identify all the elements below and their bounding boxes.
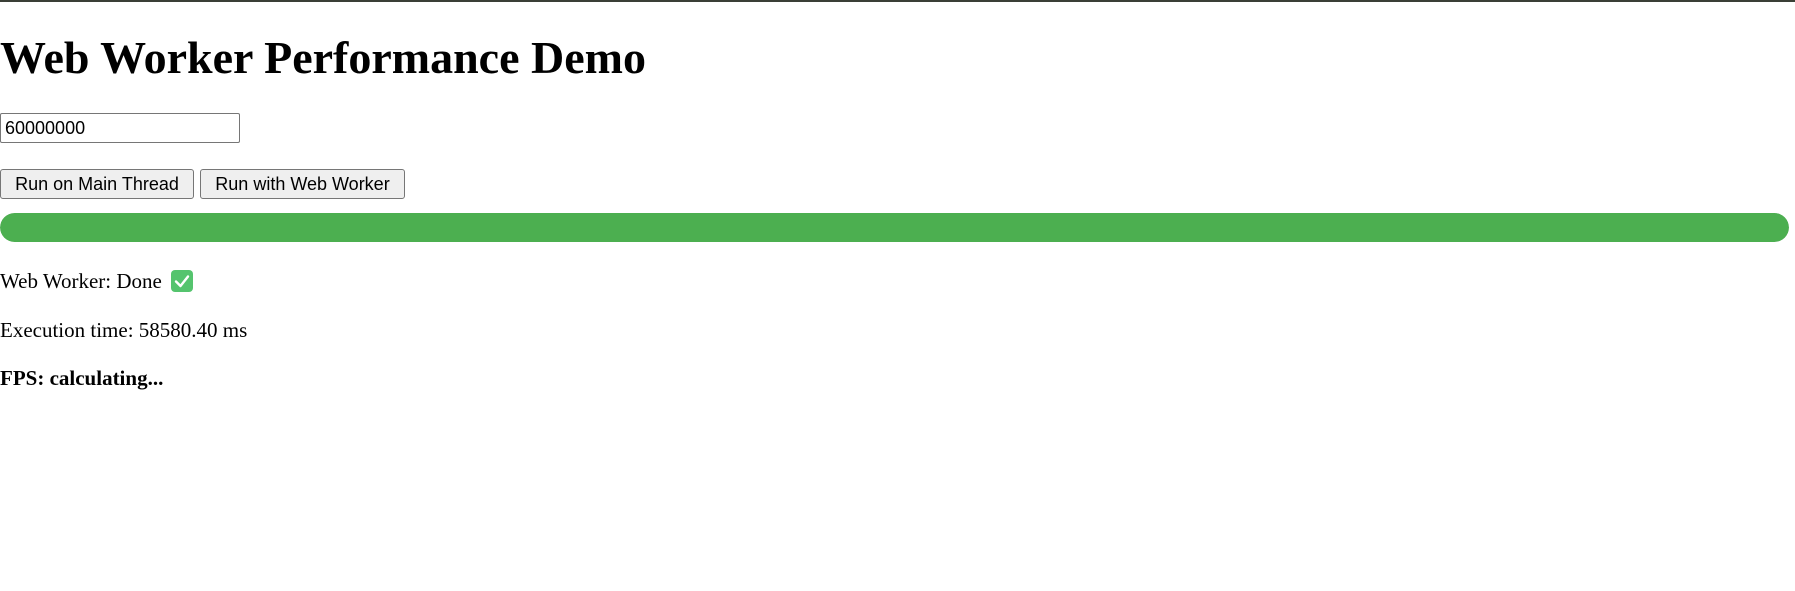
run-main-thread-button[interactable]: Run on Main Thread bbox=[0, 169, 194, 199]
page-title: Web Worker Performance Demo bbox=[0, 32, 646, 83]
check-mark-button-icon bbox=[170, 270, 193, 292]
status-line: Web Worker: Done bbox=[0, 267, 193, 295]
demo-page: Web Worker Performance Demo Run on Main … bbox=[0, 0, 1795, 591]
iterations-input[interactable] bbox=[0, 113, 240, 143]
fps-readout: FPS: calculating... bbox=[0, 366, 164, 390]
status-text: Web Worker: Done bbox=[0, 269, 162, 293]
run-web-worker-button[interactable]: Run with Web Worker bbox=[200, 169, 405, 199]
progress-bar-fill bbox=[0, 213, 1789, 242]
execution-time: Execution time: 58580.40 ms bbox=[0, 318, 248, 342]
progress-bar bbox=[0, 213, 1789, 242]
